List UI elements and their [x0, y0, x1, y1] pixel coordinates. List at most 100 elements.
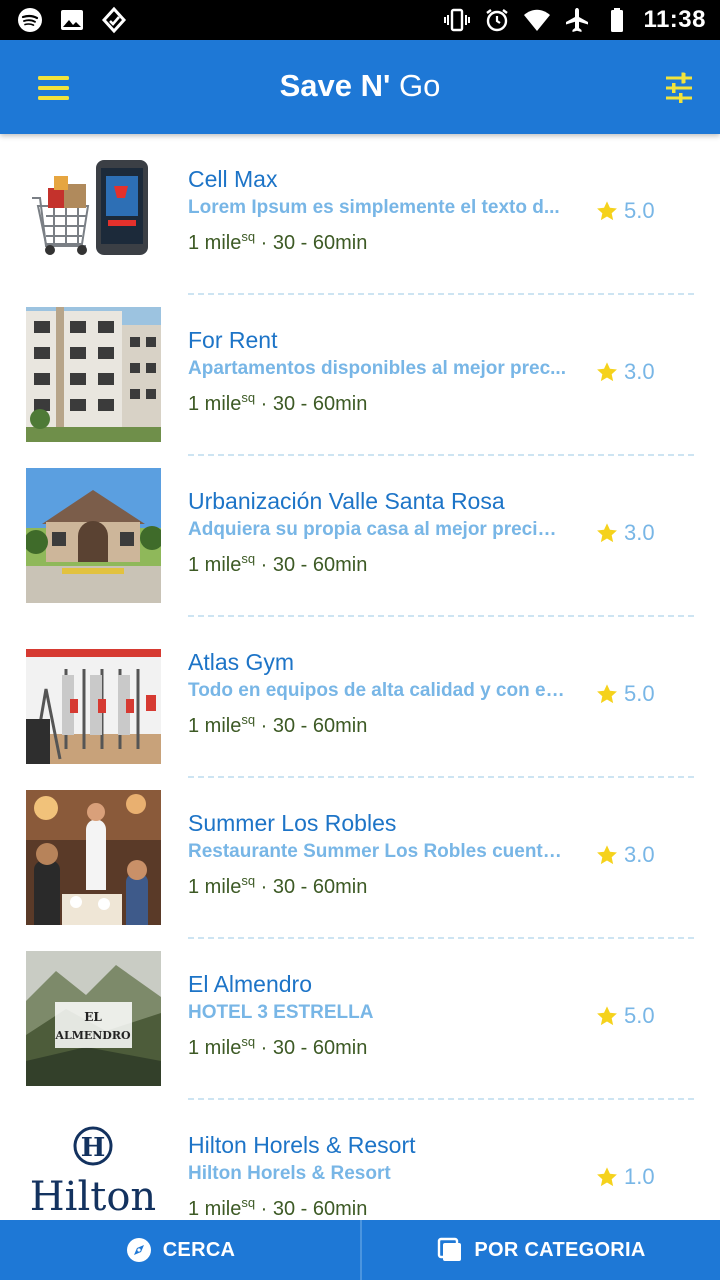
item-name: Urbanización Valle Santa Rosa [188, 488, 505, 514]
item-rating-value: 5.0 [624, 1003, 655, 1028]
item-thumbnail: EL ALMENDRO [26, 951, 161, 1086]
star-icon [597, 201, 617, 221]
item-distance: 1 mile [188, 1198, 242, 1220]
tab-cerca[interactable]: CERCA [0, 1220, 360, 1280]
item-meta: 1 milesq · 30 - 60min [188, 1188, 568, 1220]
list-item[interactable]: EL ALMENDRO El Almendro HOTEL 3 ESTRELLA… [0, 939, 720, 1100]
places-list: Cell Max Lorem Ipsum es simplemente el t… [0, 134, 720, 1220]
item-distance: 1 mile [188, 876, 242, 898]
item-time: · 30 - 60min [260, 1037, 368, 1059]
star-icon [597, 845, 617, 865]
list-item[interactable]: Cell Max Lorem Ipsum es simplemente el t… [0, 134, 720, 295]
tune-sliders-icon [666, 72, 692, 103]
item-description: Hilton Horels & Resort [188, 1163, 391, 1184]
item-rating: 3.0 [596, 520, 655, 546]
item-description: HOTEL 3 ESTRELLA [188, 1002, 374, 1023]
app-title: Save N' Go [0, 66, 720, 106]
item-name: Hilton Horels & Resort [188, 1132, 416, 1158]
item-distance: 1 mile [188, 232, 242, 254]
item-description: Adquiera su propia casa al mejor precio,… [188, 519, 568, 540]
item-distance: 1 mile [188, 715, 242, 737]
compass-icon [125, 1236, 153, 1264]
item-distance: 1 mile [188, 554, 242, 576]
item-name: For Rent [188, 327, 278, 353]
star-icon [597, 523, 617, 543]
list-item[interactable]: For Rent Apartamentos disponibles al mej… [0, 295, 720, 456]
item-description: Lorem Ipsum es simplemente el texto d... [188, 197, 560, 218]
item-time: · 30 - 60min [260, 1198, 368, 1220]
gallery-icon [58, 6, 86, 34]
item-meta: 1 milesq · 30 - 60min [188, 222, 568, 258]
item-distance-unit: sq [241, 712, 256, 727]
vibrate-icon [443, 6, 471, 34]
airplane-mode-icon [563, 6, 591, 34]
item-meta: 1 milesq · 30 - 60min [188, 1027, 568, 1063]
item-distance-unit: sq [241, 551, 256, 566]
app-title-bold: Save N' [279, 68, 391, 103]
item-time: · 30 - 60min [260, 554, 368, 576]
list-item[interactable]: Summer Los Robles Restaurante Summer Los… [0, 778, 720, 939]
item-meta: 1 milesq · 30 - 60min [188, 383, 568, 419]
logo-line2: ALMENDRO [54, 1029, 131, 1042]
item-distance: 1 mile [188, 1037, 242, 1059]
list-item[interactable]: Urbanización Valle Santa Rosa Adquiera s… [0, 456, 720, 617]
item-distance-unit: sq [241, 873, 256, 888]
item-distance-unit: sq [241, 229, 256, 244]
item-rating: 5.0 [596, 198, 655, 224]
item-rating: 3.0 [596, 359, 655, 385]
item-rating: 5.0 [596, 681, 655, 707]
item-rating-value: 3.0 [624, 359, 655, 384]
star-icon [597, 362, 617, 382]
item-meta: 1 milesq · 30 - 60min [188, 705, 568, 741]
item-distance-unit: sq [241, 390, 256, 405]
spotify-icon [16, 6, 44, 34]
item-distance-unit: sq [241, 1195, 256, 1210]
list-item[interactable]: H Hilton Hilton Horels & Resort Hilton H… [0, 1100, 720, 1220]
item-distance-unit: sq [241, 1034, 256, 1049]
star-icon [597, 1006, 617, 1026]
logo-line1: EL [84, 1010, 102, 1024]
category-icon [436, 1236, 464, 1264]
item-name: Atlas Gym [188, 649, 295, 675]
app-title-normal: Go [399, 68, 441, 103]
list-item[interactable]: Atlas Gym Todo en equipos de alta calida… [0, 617, 720, 778]
item-rating: 5.0 [596, 1003, 655, 1029]
item-thumbnail [26, 146, 161, 281]
item-rating: 3.0 [596, 842, 655, 868]
tab-label: POR CATEGORIA [474, 1238, 646, 1261]
item-rating-value: 5.0 [624, 681, 655, 706]
logo-text: Hilton [30, 1174, 156, 1220]
wifi-icon [523, 6, 551, 34]
app-bar: Save N' Go [0, 40, 720, 134]
item-rating-value: 3.0 [624, 520, 655, 545]
item-description: Restaurante Summer Los Robles cuenta... [188, 841, 568, 862]
item-description: Apartamentos disponibles al mejor prec..… [188, 358, 566, 379]
app-notification-icon [100, 6, 128, 34]
item-rating-value: 1.0 [624, 1164, 655, 1189]
star-icon [597, 684, 617, 704]
item-rating-value: 3.0 [624, 842, 655, 867]
battery-icon [603, 6, 631, 34]
item-time: · 30 - 60min [260, 393, 368, 415]
item-thumbnail [26, 468, 161, 603]
alarm-icon [483, 6, 511, 34]
item-name: Summer Los Robles [188, 810, 397, 836]
item-thumbnail [26, 790, 161, 925]
item-time: · 30 - 60min [260, 232, 368, 254]
bottom-navigation: CERCA POR CATEGORIA [0, 1220, 720, 1280]
item-rating: 1.0 [596, 1164, 655, 1190]
item-thumbnail [26, 629, 161, 764]
svg-text:H: H [81, 1133, 106, 1163]
status-bar: 11:38 [0, 0, 720, 40]
item-meta: 1 milesq · 30 - 60min [188, 866, 568, 902]
tab-label: CERCA [162, 1238, 236, 1261]
item-rating-value: 5.0 [624, 198, 655, 223]
filter-button[interactable] [658, 66, 702, 110]
tab-por-categoria[interactable]: POR CATEGORIA [360, 1220, 720, 1280]
item-description: Todo en equipos de alta calidad y con el… [188, 680, 568, 701]
item-distance: 1 mile [188, 393, 242, 415]
clock: 11:38 [643, 6, 706, 33]
item-meta: 1 milesq · 30 - 60min [188, 544, 568, 580]
item-time: · 30 - 60min [260, 876, 368, 898]
item-name: El Almendro [188, 971, 313, 997]
